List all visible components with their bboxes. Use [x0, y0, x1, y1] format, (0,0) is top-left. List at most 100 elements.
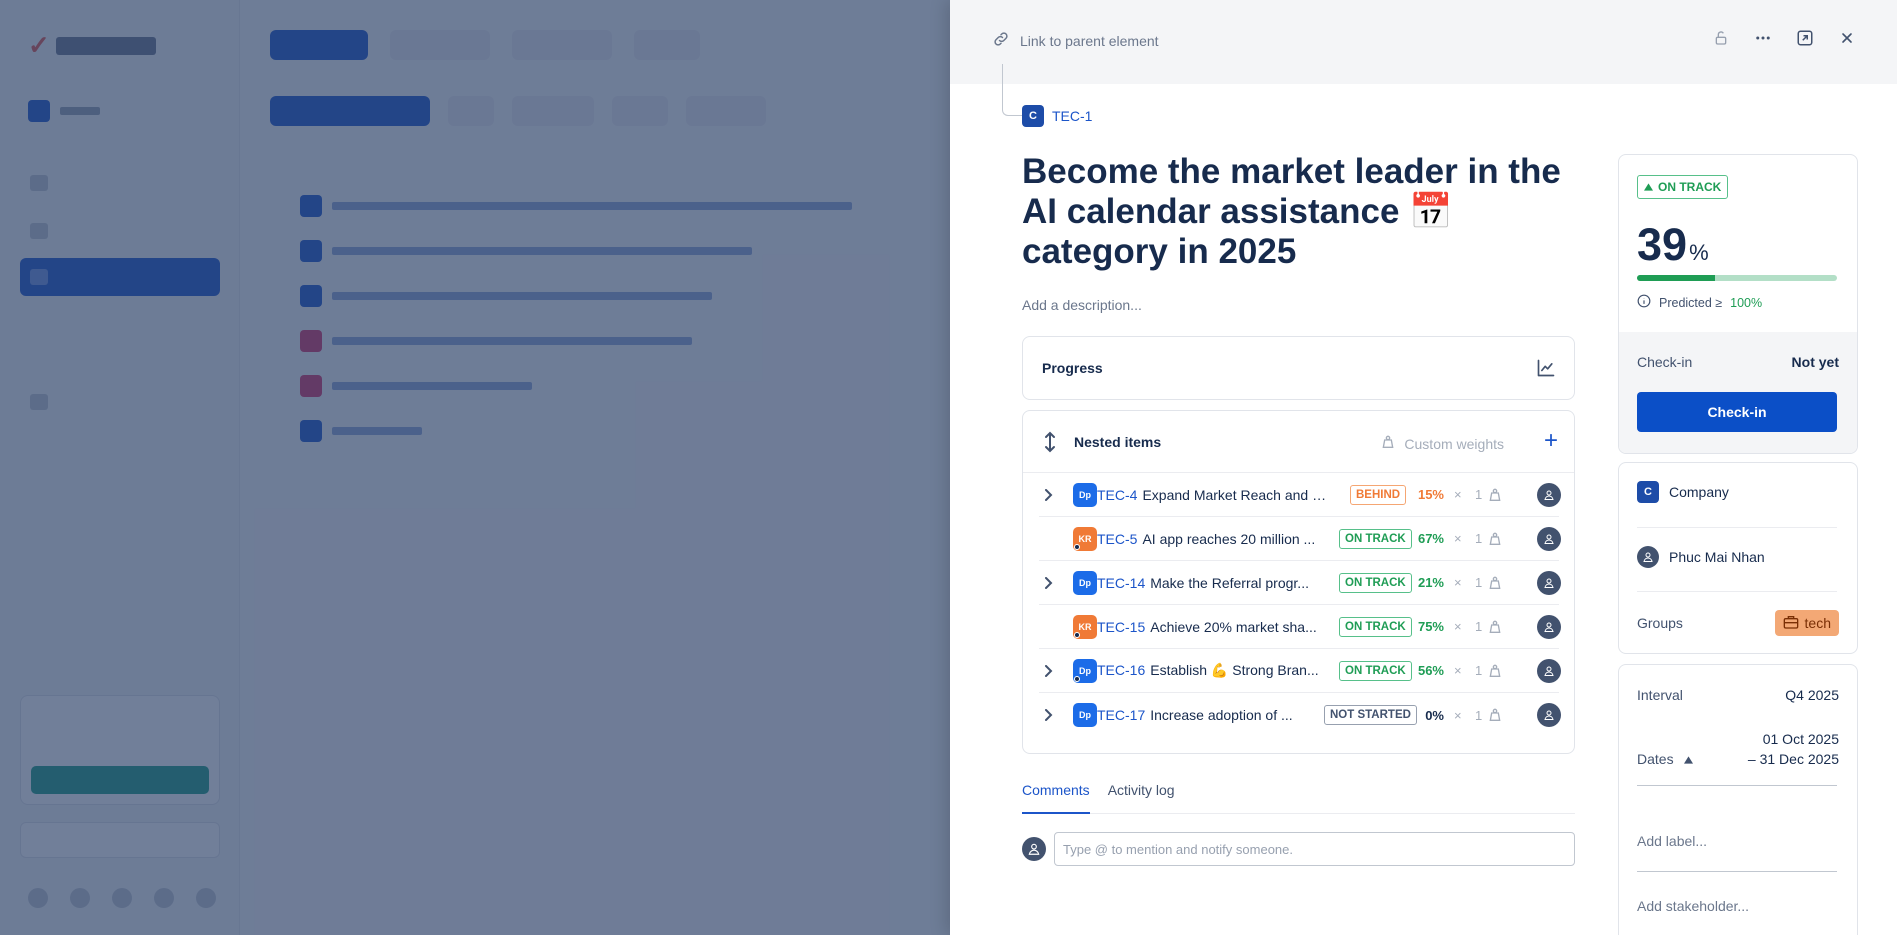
owner-name: Phuc Mai Nhan: [1669, 549, 1765, 565]
modal-overlay[interactable]: [0, 0, 950, 935]
weight-icon[interactable]: [1487, 575, 1503, 596]
nested-item-row[interactable]: Dp TEC-17 Increase adoption of ... NOT STAR…: [1039, 693, 1561, 737]
divider: [1637, 527, 1837, 528]
nested-item-name: Achieve 20% market sha...: [1150, 618, 1317, 635]
comment-input[interactable]: [1054, 832, 1575, 866]
owner-avatar-icon[interactable]: [1537, 570, 1561, 595]
nested-item-row[interactable]: KR TEC-5 AI app reaches 20 million ... ON T…: [1039, 517, 1561, 561]
group-tag[interactable]: tech: [1774, 610, 1839, 636]
add-nested-item-button[interactable]: +: [1544, 427, 1558, 455]
owner-avatar-icon[interactable]: [1537, 526, 1561, 551]
weight-icon[interactable]: [1487, 663, 1503, 684]
owner-avatar-icon[interactable]: [1537, 703, 1561, 727]
user-avatar: [1022, 837, 1046, 861]
owner-avatar: [1637, 546, 1659, 568]
company-badge: C: [1022, 105, 1044, 127]
nested-item-weight[interactable]: 1: [1475, 663, 1482, 678]
chevron-right-icon[interactable]: [1043, 488, 1065, 501]
predicted-row: Predicted ≥ 100%: [1637, 294, 1762, 311]
parent-key[interactable]: TEC-1: [1052, 108, 1092, 124]
department-objective-badge: Dp: [1073, 703, 1097, 727]
date-end[interactable]: – 31 Dec 2025: [1748, 751, 1839, 767]
nested-item-weight[interactable]: 1: [1475, 575, 1482, 590]
nested-item-key[interactable]: TEC-16: [1097, 662, 1145, 678]
status-badge[interactable]: ON TRACK: [1339, 572, 1412, 593]
key-result-badge: KR: [1073, 526, 1097, 551]
nested-item-key[interactable]: TEC-17: [1097, 707, 1145, 723]
nested-item-row[interactable]: Dp TEC-14 Make the Referral progr... ON TRA…: [1039, 561, 1561, 605]
nested-items-section: Nested items Custom weights + Dp TEC-4 Exp…: [1022, 410, 1575, 754]
triangle-up-icon: [1683, 751, 1693, 767]
nested-item-percent: 75%: [1417, 619, 1444, 634]
expand-icon[interactable]: [1795, 28, 1815, 48]
nested-item-weight[interactable]: 1: [1475, 619, 1482, 634]
status-badge[interactable]: ON TRACK: [1339, 528, 1412, 549]
nested-item-key[interactable]: TEC-15: [1097, 619, 1145, 635]
chevron-right-icon[interactable]: [1043, 709, 1065, 721]
multiply-sign: ×: [1454, 619, 1462, 634]
link-parent-button[interactable]: Link to parent element: [992, 30, 1159, 51]
status-badge[interactable]: ON TRACK: [1637, 175, 1729, 199]
more-options-icon[interactable]: [1753, 28, 1773, 48]
tab-comments[interactable]: Comments: [1022, 780, 1090, 814]
nested-item-row[interactable]: KR TEC-15 Achieve 20% market sha... ON TRAC…: [1039, 605, 1561, 649]
nested-item-weight[interactable]: 1: [1475, 487, 1482, 502]
expand-vertical-icon[interactable]: [1043, 431, 1057, 458]
owner-avatar-icon[interactable]: [1537, 658, 1561, 683]
nested-item-title[interactable]: TEC-5 AI app reaches 20 million ...: [1097, 531, 1327, 547]
nested-item-row[interactable]: Dp TEC-16 Establish 💪 Strong Bran... ON TRA…: [1039, 649, 1561, 693]
triangle-up-icon: [1644, 180, 1653, 194]
add-label-button[interactable]: Add label...: [1637, 833, 1707, 849]
multiply-sign: ×: [1454, 707, 1462, 723]
nested-item-title[interactable]: TEC-14 Make the Referral progr...: [1097, 575, 1327, 591]
objective-title[interactable]: Become the market leader in the AI calen…: [1022, 152, 1572, 272]
owner-dot-icon: [1074, 543, 1080, 550]
status-badge[interactable]: BEHIND: [1350, 484, 1407, 505]
tab-activity-log[interactable]: Activity log: [1108, 780, 1175, 814]
owner-row[interactable]: Phuc Mai Nhan: [1637, 546, 1765, 568]
weight-icon[interactable]: [1487, 531, 1503, 552]
nested-item-key[interactable]: TEC-4: [1097, 487, 1137, 503]
progress-section[interactable]: Progress: [1022, 336, 1575, 400]
line-chart-icon[interactable]: [1536, 358, 1556, 383]
chevron-right-icon[interactable]: [1043, 664, 1065, 677]
checkin-button[interactable]: Check-in: [1637, 392, 1837, 432]
nested-item-key[interactable]: TEC-14: [1097, 575, 1145, 591]
status-badge[interactable]: ON TRACK: [1339, 616, 1412, 637]
custom-weights-button[interactable]: Custom weights: [1380, 434, 1504, 453]
nested-item-key[interactable]: TEC-5: [1097, 531, 1137, 547]
weight-icon: [1380, 434, 1396, 453]
parent-reference[interactable]: C TEC-1: [1022, 105, 1092, 127]
add-stakeholder-button[interactable]: Add stakeholder...: [1637, 898, 1749, 914]
lock-icon[interactable]: [1711, 28, 1731, 48]
close-icon[interactable]: [1837, 28, 1857, 48]
date-start[interactable]: 01 Oct 2025: [1763, 731, 1839, 747]
owner-avatar-icon[interactable]: [1537, 482, 1561, 507]
nested-item-weight[interactable]: 1: [1475, 708, 1482, 723]
type-badge-label: Dp: [1079, 489, 1091, 500]
status-badge[interactable]: NOT STARTED: [1324, 705, 1417, 725]
multiply-sign: ×: [1454, 487, 1462, 502]
status-badge[interactable]: ON TRACK: [1339, 660, 1412, 681]
type-badge-label: Dp: [1079, 710, 1091, 720]
weight-icon[interactable]: [1487, 619, 1503, 640]
nested-item-name: Expand Market Reach and D...: [1142, 486, 1327, 503]
weight-icon[interactable]: [1487, 487, 1503, 508]
company-row[interactable]: C Company: [1637, 481, 1729, 503]
nested-item-percent: 0%: [1425, 707, 1444, 723]
chevron-right-icon[interactable]: [1043, 576, 1065, 589]
interval-value[interactable]: Q4 2025: [1785, 687, 1839, 703]
nested-item-title[interactable]: TEC-17 Increase adoption of ...: [1097, 707, 1327, 723]
owner-avatar-icon[interactable]: [1537, 614, 1561, 639]
nested-item-title[interactable]: TEC-16 Establish 💪 Strong Bran...: [1097, 662, 1327, 679]
info-icon[interactable]: [1637, 294, 1651, 311]
nested-items-list: Dp TEC-4 Expand Market Reach and D... BEHIN…: [1039, 473, 1561, 737]
weight-icon[interactable]: [1487, 707, 1503, 728]
nested-item-row[interactable]: Dp TEC-4 Expand Market Reach and D... BEHIN…: [1039, 473, 1561, 517]
nested-item-title[interactable]: TEC-4 Expand Market Reach and D...: [1097, 487, 1327, 503]
dates-toggle[interactable]: Dates: [1637, 751, 1693, 767]
description-placeholder[interactable]: Add a description...: [1022, 297, 1142, 313]
nested-item-title[interactable]: TEC-15 Achieve 20% market sha...: [1097, 619, 1327, 635]
nested-item-weight[interactable]: 1: [1475, 531, 1482, 546]
parent-connector: [1002, 64, 1022, 116]
